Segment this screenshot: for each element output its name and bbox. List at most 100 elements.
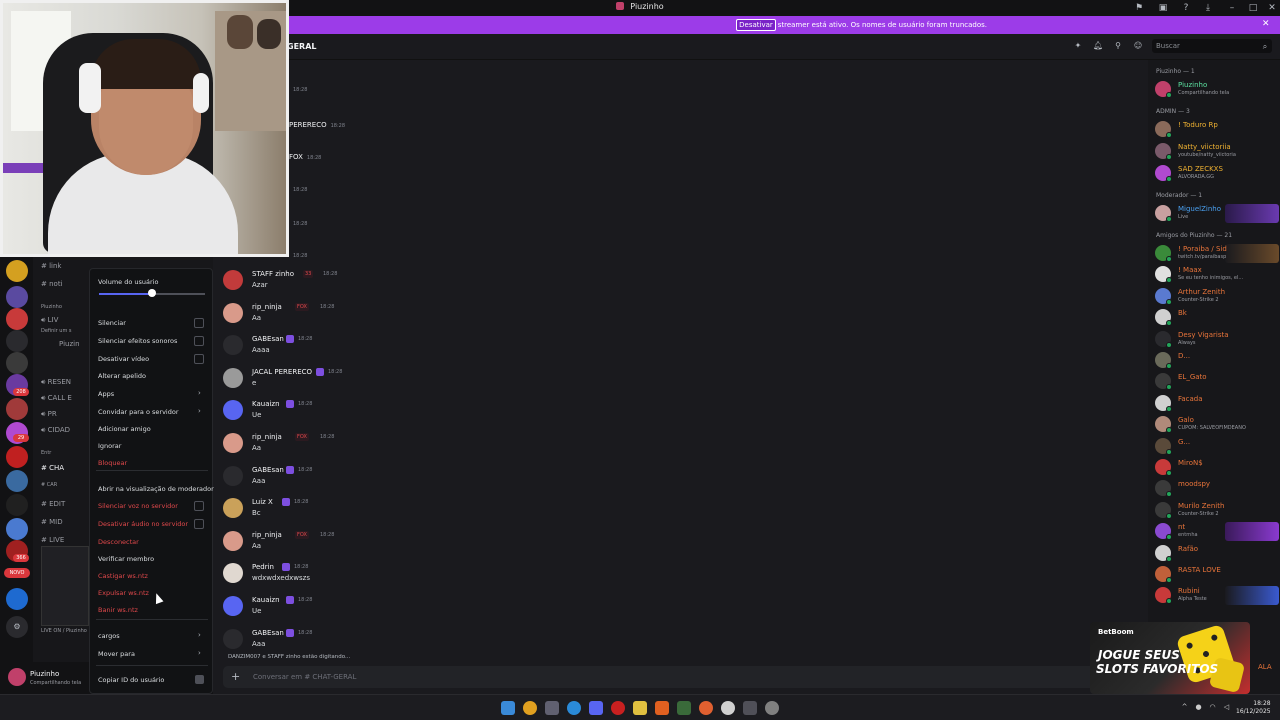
channel-item[interactable]: 🔊︎ CIDAD <box>41 426 70 438</box>
minimize-icon[interactable]: – <box>1226 2 1238 14</box>
server-icon[interactable] <box>6 352 28 374</box>
pin-icon[interactable]: ⚑ <box>1133 2 1145 14</box>
member-item[interactable]: SAD ZECKXS ALVORADA.GG <box>1155 164 1279 186</box>
server-icon[interactable] <box>6 446 28 468</box>
server-icon[interactable] <box>6 494 28 516</box>
avatar[interactable] <box>223 628 243 649</box>
menu-item[interactable]: Mover para <box>98 650 135 658</box>
screen-preview-thumbnail[interactable] <box>41 546 89 626</box>
message-author[interactable]: GABEsan <box>252 335 284 343</box>
tray-chevron-icon[interactable]: ^ <box>1180 703 1189 712</box>
help-icon[interactable]: ? <box>1180 2 1192 14</box>
banner-close-icon[interactable]: ✕ <box>1262 19 1272 31</box>
checkbox[interactable] <box>194 336 204 346</box>
chrome-icon[interactable] <box>523 701 537 715</box>
volume-slider-handle[interactable] <box>148 289 156 297</box>
checkbox[interactable] <box>194 354 204 364</box>
member-item[interactable]: moodspy <box>1155 479 1279 501</box>
volume-icon[interactable]: ◁ <box>1222 703 1231 712</box>
member-item[interactable]: ! Poraiba / Sid twitch.tv/paraibasp <box>1155 244 1279 266</box>
message-author[interactable]: PERERECO <box>289 121 327 129</box>
member-item[interactable]: MiroN$ <box>1155 458 1279 480</box>
mic-icon[interactable]: ● <box>1194 703 1203 712</box>
channel-item[interactable]: # noti <box>41 280 63 292</box>
channel-item[interactable]: 🔊︎ PR <box>41 410 57 422</box>
member-item[interactable]: Desy Vigarista Always <box>1155 330 1279 352</box>
app-icon[interactable] <box>545 701 559 715</box>
avatar[interactable] <box>223 367 243 388</box>
menu-item[interactable]: Expulsar ws.ntz <box>98 589 149 597</box>
menu-item[interactable]: Silenciar voz no servidor <box>98 502 178 510</box>
wifi-icon[interactable]: ◠ <box>1208 703 1217 712</box>
message-author[interactable]: JACAL PERERECO <box>252 368 312 376</box>
message-author[interactable]: FOX <box>289 153 303 161</box>
menu-item[interactable]: Bloquear <box>98 459 127 467</box>
avatar[interactable] <box>223 596 243 616</box>
app-icon[interactable] <box>655 701 669 715</box>
member-item[interactable]: Rubini Alpha Teste <box>1155 586 1279 608</box>
message-author[interactable]: Kauaizn <box>252 400 280 408</box>
discover-icon[interactable]: ⚙ <box>6 616 28 638</box>
avatar[interactable] <box>223 302 243 323</box>
member-item[interactable]: ! Toduro Rp <box>1155 120 1279 142</box>
download-icon[interactable]: ⤓ <box>1202 2 1214 14</box>
search-input[interactable]: Buscar <box>1152 39 1272 53</box>
app-icon[interactable] <box>699 701 713 715</box>
app-icon[interactable] <box>677 701 691 715</box>
member-item[interactable]: Natty_viictoriia youtube/natty_viictoria <box>1155 142 1279 164</box>
channel-item-active[interactable]: # CHA <box>41 464 64 476</box>
message-author[interactable]: rip_ninja <box>252 303 282 311</box>
member-item[interactable]: Arthur Zenith Counter-Strike 2 <box>1155 287 1279 309</box>
member-item[interactable]: MiguelZinho Live <box>1155 204 1279 226</box>
avatar[interactable] <box>223 270 243 290</box>
server-icon[interactable] <box>6 518 28 540</box>
menu-item[interactable]: Desativar áudio no servidor <box>98 520 188 528</box>
menu-item[interactable]: cargos <box>98 632 120 640</box>
menu-item[interactable]: Verificar membro <box>98 555 154 563</box>
message-author[interactable]: rip_ninja <box>252 531 282 539</box>
member-item[interactable]: Galo CUPOM: SALVEOFIMDEANO <box>1155 415 1279 437</box>
member-item[interactable]: RASTA LOVE <box>1155 565 1279 587</box>
channel-item[interactable]: Piuzinho <box>41 304 62 316</box>
opera-icon[interactable] <box>611 701 625 715</box>
member-list-icon[interactable]: ☺ <box>1133 41 1143 51</box>
member-item[interactable]: Bk <box>1155 308 1279 330</box>
message-author[interactable]: Pedrin <box>252 563 274 571</box>
menu-item[interactable]: Apps <box>98 390 114 398</box>
channel-item[interactable]: # link <box>41 262 61 274</box>
menu-item[interactable]: Abrir na visualização de moderador <box>98 485 214 493</box>
message-author[interactable]: GABEsan <box>252 629 284 637</box>
menu-item[interactable]: Silenciar efeitos sonoros <box>98 337 177 345</box>
channel-item[interactable]: Entr <box>41 450 51 462</box>
message-composer[interactable]: + Conversar em # CHAT-GERAL <box>223 666 1138 688</box>
avatar[interactable] <box>223 465 243 486</box>
app-icon[interactable] <box>743 701 757 715</box>
discord-icon[interactable] <box>589 701 603 715</box>
server-icon[interactable] <box>6 308 28 330</box>
maximize-icon[interactable]: □ <box>1247 2 1259 14</box>
checkbox[interactable] <box>194 318 204 328</box>
threads-icon[interactable]: ✦ <box>1073 41 1083 51</box>
folder-icon[interactable] <box>633 701 647 715</box>
avatar[interactable] <box>223 563 243 584</box>
menu-item[interactable]: Convidar para o servidor <box>98 408 179 416</box>
close-window-icon[interactable]: ✕ <box>1266 2 1278 14</box>
message-author[interactable]: Luiz X <box>252 498 273 506</box>
app-icon[interactable] <box>721 701 735 715</box>
channel-item[interactable]: # CAR <box>41 482 57 494</box>
message-author[interactable]: STAFF zinho <box>252 270 294 278</box>
channel-item[interactable]: 🔊︎ CALL E <box>41 394 72 406</box>
attach-plus-icon[interactable]: + <box>231 670 240 683</box>
member-item[interactable]: Piuzinho Compartilhando tela <box>1155 80 1279 102</box>
channel-item[interactable]: # MID <box>41 518 63 530</box>
server-icon[interactable] <box>6 286 28 308</box>
member-item[interactable]: G... <box>1155 437 1279 459</box>
member-item[interactable]: D... <box>1155 351 1279 373</box>
server-icon[interactable] <box>6 330 28 352</box>
pin-messages-icon[interactable]: ⚲ <box>1113 41 1123 51</box>
message-author[interactable]: Kauaizn <box>252 596 280 604</box>
avatar[interactable] <box>223 400 243 421</box>
checkbox[interactable] <box>194 519 204 529</box>
channel-item[interactable]: 🔊︎ RESEN <box>41 378 71 390</box>
member-item[interactable]: ! Maax Se eu tenho inimigos, el... <box>1155 265 1279 287</box>
